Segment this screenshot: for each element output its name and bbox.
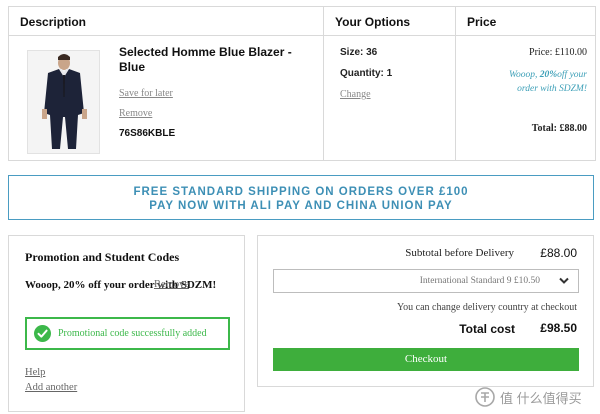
option-size: Size: 36 <box>340 47 378 58</box>
promo-percent: 20% <box>539 70 558 80</box>
product-image[interactable] <box>27 50 100 154</box>
promo-prefix: Wooop, <box>508 70 540 80</box>
delivery-option-text: International Standard 9 £10.50 <box>419 276 540 286</box>
option-quantity: Quantity: 1 <box>340 68 393 79</box>
column-divider <box>323 7 324 160</box>
shipping-banner: FREE STANDARD SHIPPING ON ORDERS OVER £1… <box>8 175 594 220</box>
success-text: Promotional code successfully added <box>58 328 207 339</box>
delivery-country-note: You can change delivery country at check… <box>396 302 577 313</box>
blazer-illustration <box>28 51 99 153</box>
promotion-title: Promotion and Student Codes <box>25 250 180 264</box>
chevron-down-icon <box>559 277 569 284</box>
promotion-panel: Promotion and Student Codes Wooop, 20% o… <box>8 235 245 412</box>
help-link[interactable]: Help <box>25 367 45 378</box>
delivery-method-select[interactable]: International Standard 9 £10.50 <box>273 269 579 293</box>
header-description: Description <box>20 15 87 29</box>
column-divider <box>455 7 456 160</box>
product-name[interactable]: Selected Homme Blue Blazer - Blue <box>119 45 314 75</box>
save-for-later-link[interactable]: Save for later <box>119 88 173 99</box>
shipping-banner-line1: FREE STANDARD SHIPPING ON ORDERS OVER £1… <box>133 186 469 198</box>
applied-promo-text: Wooop, 20% off your order with SDZM! <box>25 279 217 291</box>
total-cost-value: £98.50 <box>540 321 577 335</box>
product-sku: 76S86KBLE <box>119 128 176 139</box>
watermark-text: 值 什么值得买 <box>500 391 582 406</box>
header-price: Price <box>467 15 497 29</box>
add-another-code-link[interactable]: Add another <box>25 382 77 393</box>
item-total: Total: £88.00 <box>531 123 587 134</box>
remove-promo-link[interactable]: Remove <box>154 279 189 290</box>
item-price: Price: £110.00 <box>529 47 587 58</box>
shipping-banner-line2: PAY NOW WITH ALI PAY AND CHINA UNION PAY <box>149 200 453 212</box>
cart-table: Description Your Options Price Selected … <box>8 6 596 161</box>
change-options-link[interactable]: Change <box>340 89 371 100</box>
total-cost-label: Total cost <box>459 322 515 336</box>
item-promo-note: Wooop, 20%off your order with SDZM! <box>497 68 587 96</box>
checkout-button[interactable]: Checkout <box>273 348 579 371</box>
subtotal-label: Subtotal before Delivery <box>405 247 514 259</box>
promo-success-message: Promotional code successfully added <box>25 317 230 350</box>
smzdm-logo-icon <box>475 387 495 407</box>
cart-header-row: Description Your Options Price <box>9 7 595 36</box>
order-summary-panel: Subtotal before Delivery £88.00 Internat… <box>257 235 594 387</box>
check-circle-icon <box>34 325 51 342</box>
subtotal-value: £88.00 <box>540 246 577 260</box>
header-options: Your Options <box>335 15 411 29</box>
remove-item-link[interactable]: Remove <box>119 108 152 119</box>
